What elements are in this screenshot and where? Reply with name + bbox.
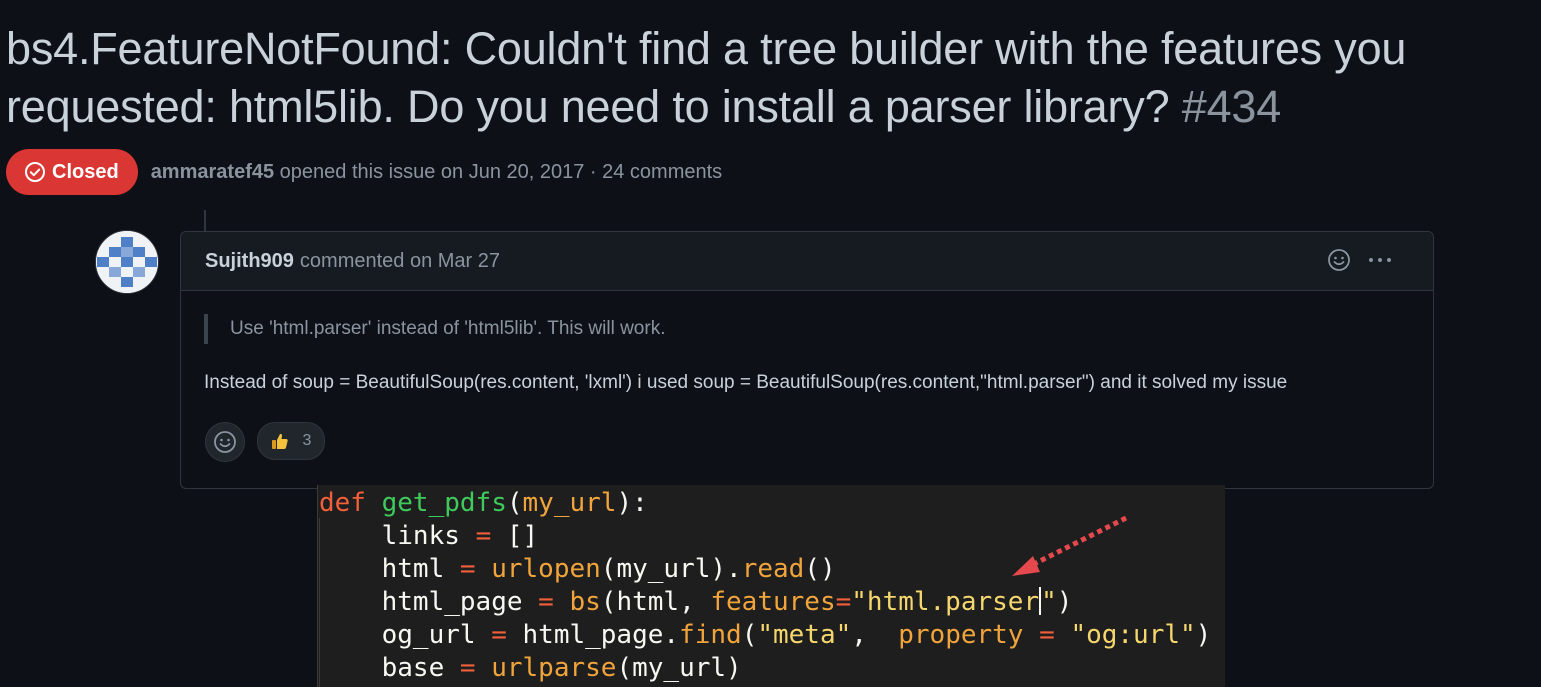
- variable: base: [381, 653, 445, 683]
- variable: og_url: [381, 620, 476, 650]
- paren-close: ):: [616, 488, 648, 518]
- string-quote: ": [1041, 587, 1057, 617]
- function-call: bs: [569, 587, 601, 617]
- operator: =: [835, 587, 852, 617]
- thumbs-up-icon: [271, 433, 288, 449]
- code-line-6: base = urlparse(my_url): [319, 652, 742, 685]
- code-line-4: html_page = bs(html, features="html.pars…: [319, 586, 1072, 619]
- status-label: Closed: [52, 160, 119, 183]
- method-call: read: [741, 554, 805, 584]
- paren: ): [1056, 587, 1073, 617]
- issue-author-link[interactable]: ammaratef45: [151, 161, 274, 183]
- issue-opened-text: opened this issue on Jun 20, 2017 · 24 c…: [279, 160, 723, 183]
- thumbs-up-count: 3: [302, 432, 312, 449]
- code-line-2: links = []: [319, 520, 539, 553]
- comment-header: Sujith909 commented on Mar 27: [181, 232, 1433, 291]
- operator: =: [1039, 620, 1055, 650]
- thumbs-up-reaction[interactable]: 3: [257, 422, 325, 460]
- red-arrow-annotation: [1012, 515, 1128, 576]
- identicon-image: [96, 231, 158, 293]
- operator: =: [475, 521, 492, 551]
- argument: (my_url).: [600, 554, 742, 584]
- comment-card: Sujith909 commented on Mar 27 Use 'html.…: [180, 231, 1434, 489]
- timeline-line: [204, 210, 206, 232]
- paren: (: [741, 620, 758, 650]
- keyword-argument: property: [898, 620, 1024, 650]
- operator: =: [459, 653, 476, 683]
- operator: =: [538, 587, 554, 617]
- keyword-def: def: [319, 488, 366, 518]
- variable: links: [381, 521, 460, 551]
- add-reaction-button[interactable]: [205, 422, 245, 462]
- check-circle-icon: [25, 162, 45, 182]
- code-line-5: og_url = html_page.find("meta", property…: [319, 619, 1212, 652]
- function-call: urlparse: [491, 653, 617, 683]
- method-call: find: [679, 620, 742, 650]
- paren: (): [804, 554, 836, 584]
- comment-timestamp[interactable]: commented on Mar 27: [300, 250, 500, 273]
- issue-number: #434: [1181, 81, 1282, 132]
- comment-header-actions: [1327, 248, 1393, 272]
- variable: html: [381, 554, 445, 584]
- variable: html_page: [381, 587, 523, 617]
- string-literal: "html.parser: [851, 587, 1040, 617]
- code-line-1: def get_pdfs(my_url):: [319, 487, 648, 520]
- status-badge: Closed: [6, 149, 138, 195]
- separator: ,: [851, 620, 899, 650]
- paren-open: (: [506, 488, 523, 518]
- kebab-menu-icon[interactable]: [1367, 248, 1393, 272]
- code-line-3: html = urlopen(my_url).read(): [319, 553, 836, 586]
- issue-title: bs4.FeatureNotFound: Couldn't find a tre…: [6, 20, 1536, 136]
- comment-body-text: Instead of soup = BeautifulSoup(res.cont…: [204, 372, 1288, 393]
- smiley-icon[interactable]: [1327, 248, 1351, 272]
- keyword-argument: features: [710, 587, 836, 617]
- smiley-icon: [214, 431, 236, 453]
- comment-author-link[interactable]: Sujith909: [205, 250, 294, 273]
- operator: =: [491, 620, 507, 650]
- string-literal: "og:url": [1070, 620, 1196, 650]
- function-call: urlopen: [491, 554, 601, 584]
- function-name: get_pdfs: [381, 488, 507, 518]
- argument: (html,: [600, 587, 711, 617]
- argument: (my_url): [616, 653, 742, 683]
- value: []: [506, 521, 539, 551]
- parameter: my_url: [522, 488, 617, 518]
- operator: =: [459, 554, 476, 584]
- avatar[interactable]: [95, 230, 159, 294]
- string-literal: "meta": [757, 620, 852, 650]
- paren: ): [1195, 620, 1212, 650]
- issue-meta-row: Closed ammaratef45 opened this issue on …: [6, 148, 722, 196]
- comment-blockquote: Use 'html.parser' instead of 'html5lib'.…: [204, 314, 665, 344]
- issue-meta: ammaratef45 opened this issue on Jun 20,…: [151, 161, 722, 184]
- object: html_page.: [522, 620, 680, 650]
